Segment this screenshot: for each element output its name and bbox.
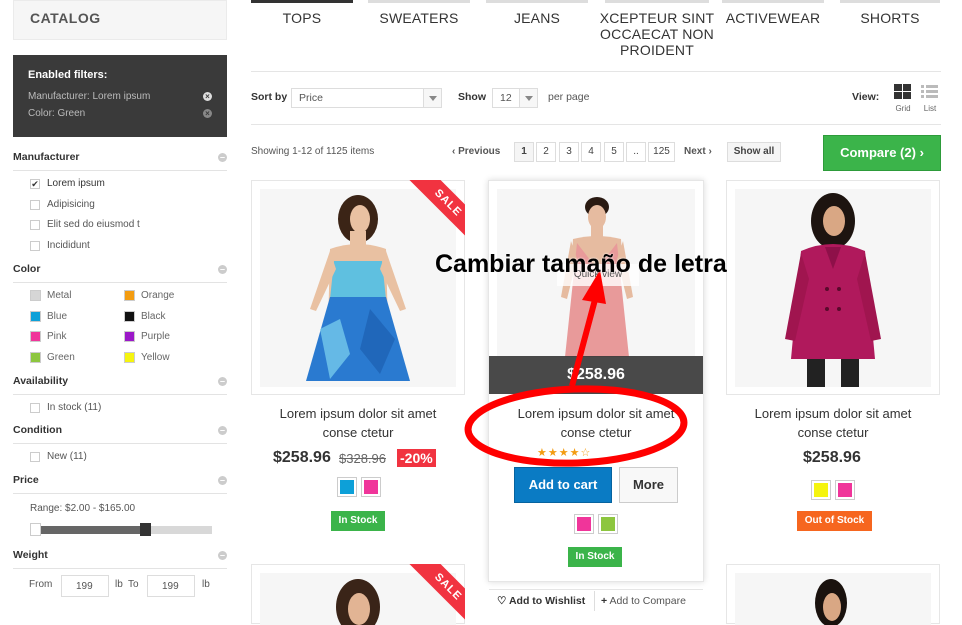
annotation-overlay <box>464 270 688 467</box>
annotation-text: Cambiar tamaño de letra <box>435 250 727 278</box>
annotation-arrow-shaft <box>569 295 599 387</box>
annotation-circle <box>464 385 688 467</box>
